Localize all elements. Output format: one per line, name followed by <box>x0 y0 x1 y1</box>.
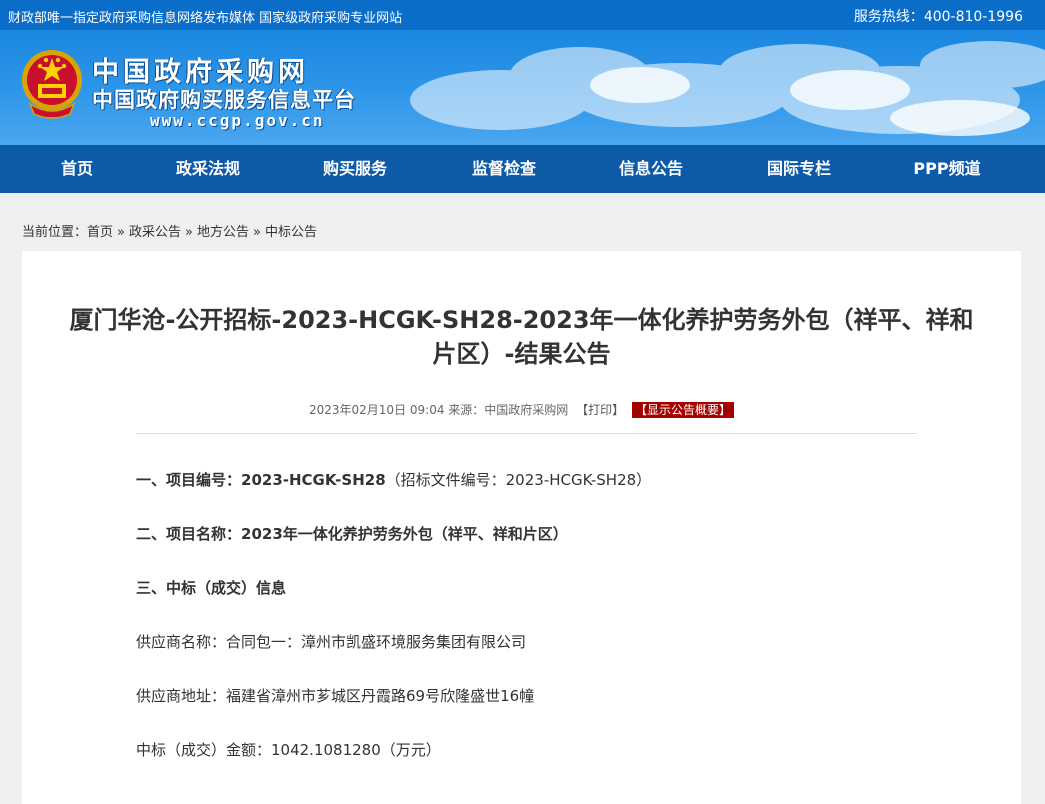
award-amount: 中标（成交）金额：1042.1081280（万元） <box>136 741 441 759</box>
breadcrumb-award[interactable]: 中标公告 <box>265 225 317 240</box>
breadcrumb-announcements[interactable]: 政采公告 <box>129 225 181 240</box>
top-strip: 财政部唯一指定政府采购信息网络发布媒体 国家级政府采购专业网站 服务热线：400… <box>0 0 1045 30</box>
show-summary-button[interactable]: 【显示公告概要】 <box>631 402 734 418</box>
article-panel: 厦门华沧-公开招标-2023-HCGK-SH28-2023年一体化养护劳务外包（… <box>22 251 1021 804</box>
supplier-address: 供应商地址：福建省漳州市芗城区丹霞路69号欣隆盛世16幢 <box>136 687 535 705</box>
cloud-background <box>410 41 1045 136</box>
breadcrumb-label: 当前位置： <box>22 225 88 240</box>
nav-item-regulations[interactable]: 政采法规 <box>158 145 258 193</box>
article-title-line1: 厦门华沧-公开招标-2023-HCGK-SH28-2023年一体化养护劳务外包（… <box>69 306 974 334</box>
site-slogan: 财政部唯一指定政府采购信息网络发布媒体 国家级政府采购专业网站 <box>8 11 403 26</box>
service-hotline: 服务热线：400-810-1996 <box>854 6 1023 26</box>
nav-item-ppp[interactable]: PPP频道 <box>897 145 997 193</box>
project-number-value: 2023-HCGK-SH28 <box>241 471 386 489</box>
article-meta: 2023年02月10日 09:04 来源：中国政府采购网 【打印】 【显示公告概… <box>22 401 1021 418</box>
breadcrumb-separator: » <box>117 225 125 240</box>
content-divider <box>136 433 917 434</box>
site-subname: 中国政府购买服务信息平台 <box>92 88 356 112</box>
breadcrumb-home[interactable]: 首页 <box>87 225 113 240</box>
nav-item-international[interactable]: 国际专栏 <box>749 145 849 193</box>
project-number-label: 一、项目编号： <box>136 471 242 489</box>
nav-item-home[interactable]: 首页 <box>27 145 127 193</box>
project-number-line: 一、项目编号：2023-HCGK-SH28（招标文件编号：2023-HCGK-S… <box>136 469 651 490</box>
article-source: 来源：中国政府采购网 <box>448 403 569 417</box>
project-name-value: 2023年一体化养护劳务外包（祥平、祥和片区） <box>241 525 568 543</box>
project-name-line: 二、项目名称：2023年一体化养护劳务外包（祥平、祥和片区） <box>136 523 568 544</box>
breadcrumb-separator: » <box>185 225 193 240</box>
project-name-label: 二、项目名称： <box>136 525 242 543</box>
article-title-line2: 片区）-结果公告 <box>432 340 611 368</box>
breadcrumb-separator: » <box>253 225 261 240</box>
breadcrumb: 当前位置：首页 » 政采公告 » 地方公告 » 中标公告 <box>22 221 317 240</box>
award-heading-text: 三、中标（成交）信息 <box>136 579 287 597</box>
hotline-label: 服务热线： <box>853 9 924 25</box>
site-banner: 中国政府采购网 中国政府购买服务信息平台 www.ccgp.gov.cn <box>0 30 1045 145</box>
site-url: www.ccgp.gov.cn <box>150 111 325 130</box>
project-number-note: （招标文件编号：2023-HCGK-SH28） <box>385 471 652 489</box>
award-heading: 三、中标（成交）信息 <box>136 577 286 598</box>
publish-date: 2023年02月10日 09:04 <box>308 403 445 417</box>
nav-item-purchase-services[interactable]: 购买服务 <box>305 145 405 193</box>
national-emblem-icon <box>22 50 82 119</box>
breadcrumb-local[interactable]: 地方公告 <box>197 225 249 240</box>
article-title: 厦门华沧-公开招标-2023-HCGK-SH28-2023年一体化养护劳务外包（… <box>22 303 1021 371</box>
hotline-number: 400-810-1996 <box>923 9 1023 25</box>
nav-item-announcements[interactable]: 信息公告 <box>601 145 701 193</box>
supplier-name: 供应商名称：合同包一：漳州市凯盛环境服务集团有限公司 <box>136 633 527 651</box>
main-nav: 首页 政采法规 购买服务 监督检查 信息公告 国际专栏 PPP频道 <box>0 145 1045 193</box>
nav-item-supervision[interactable]: 监督检查 <box>454 145 554 193</box>
print-link[interactable]: 【打印】 <box>576 403 624 417</box>
